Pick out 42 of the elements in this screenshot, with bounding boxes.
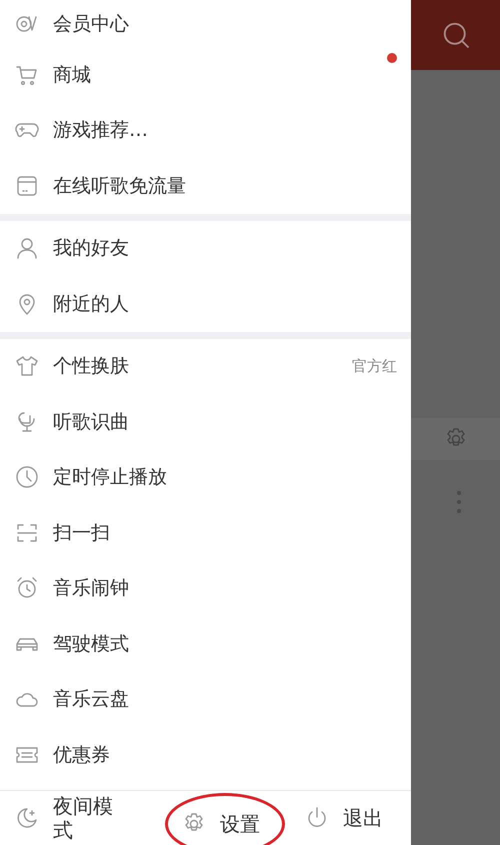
menu-item[interactable]: 听歌识曲 [0,394,411,450]
menu-label: 商城 [53,62,92,88]
menu-item[interactable]: 优惠券 [0,727,411,782]
menu-item[interactable]: 会员中心 [0,0,411,47]
menu-label: 游戏推荐… [53,118,149,144]
menu-item[interactable]: 个性换肤 官方红 [0,338,411,394]
footer-button[interactable]: 退出 [295,804,383,832]
skin-value: 官方红 [352,356,397,376]
alarm-clock-icon [15,576,39,600]
t-shirt-icon [15,354,39,378]
menu-item[interactable]: 在线听歌免流量 [0,158,411,214]
menu-label: 听歌识曲 [53,410,130,435]
menu-item[interactable]: 附近的人 [0,276,411,332]
menu-item[interactable]: 扫一扫 [0,505,411,560]
menu-item[interactable]: 定时停止播放 [0,450,411,505]
menu-label: 会员中心 [53,12,130,36]
menu-item[interactable]: 商城 [0,47,411,102]
menu-item[interactable]: 音乐云盘 [0,672,411,727]
menu-label: 我的好友 [53,236,130,262]
menu-label: 扫一扫 [53,520,111,546]
menu-label: 音乐云盘 [53,687,130,712]
menu-label: 音乐闹钟 [53,576,130,602]
clock-icon [15,465,39,490]
footer-button[interactable]: 夜间模式 [0,794,165,842]
person-icon [15,236,39,260]
menu-item[interactable]: 音乐闹钟 [0,560,411,616]
footer-button[interactable]: 设置 [165,793,285,845]
menu-label: 优惠券 [53,742,111,768]
footer-label: 夜间模式 [53,794,114,842]
sim-card-icon [15,174,39,198]
menu-item[interactable]: 游戏推荐… [0,102,411,158]
menu-label: 个性换肤 [53,354,130,380]
moon-icon [15,806,39,830]
menu-label: 驾驶模式 [53,632,130,657]
menu-label: 附近的人 [53,292,130,317]
more-icon[interactable] [456,490,462,514]
footer-label: 退出 [343,804,383,832]
menu-item[interactable]: 我的好友 [0,220,411,276]
footer-label: 设置 [220,810,260,838]
menu-label: 定时停止播放 [53,465,168,490]
menu-label: 在线听歌免流量 [53,174,187,199]
menu-item[interactable]: 驾驶模式 [0,616,411,672]
